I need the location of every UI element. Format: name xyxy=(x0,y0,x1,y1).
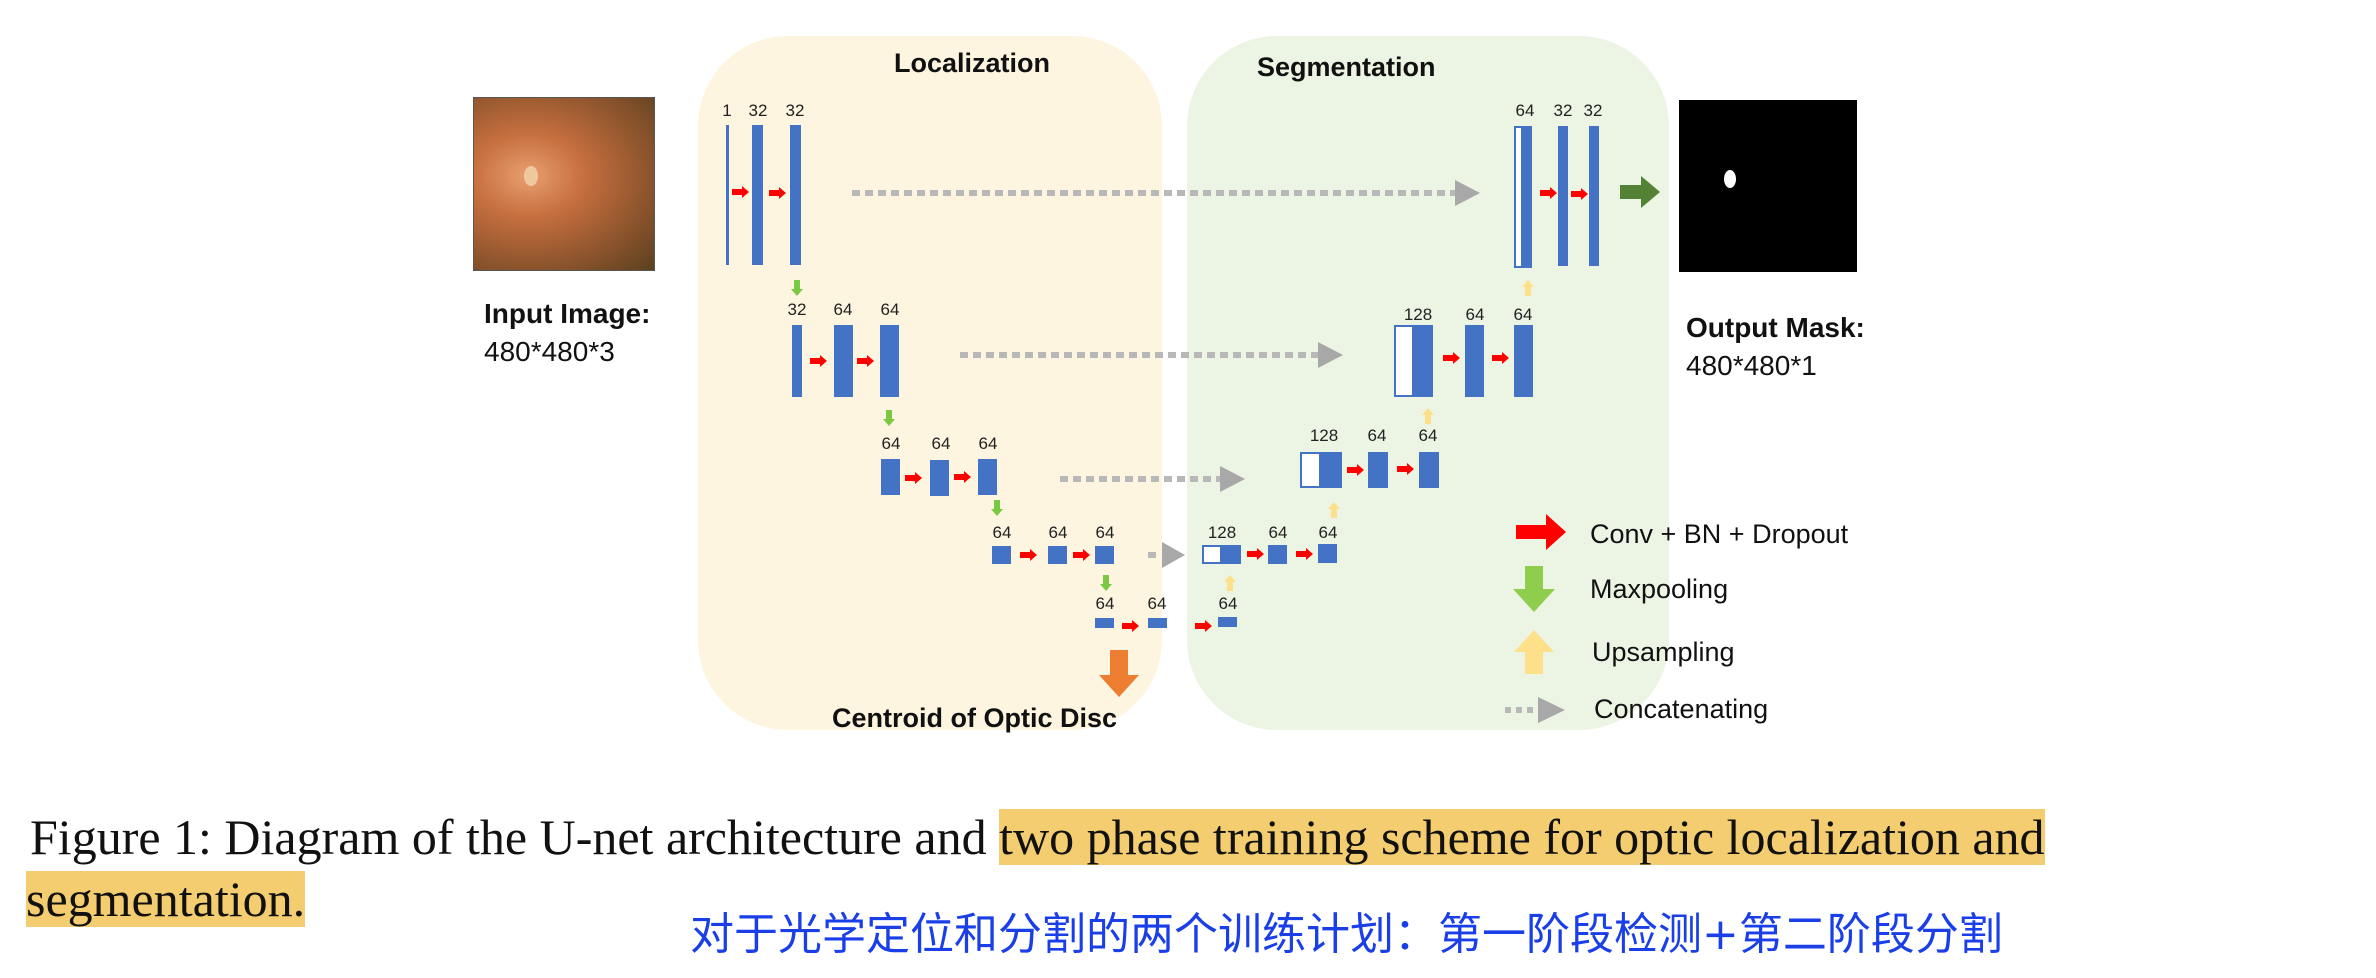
legend-concat-label: Concatenating xyxy=(1594,694,1769,724)
caption-highlight: segmentation. xyxy=(26,871,306,927)
conv-arrow-icon xyxy=(1347,464,1364,476)
conv-arrow-icon xyxy=(1020,549,1037,561)
legend-conv-icon xyxy=(1516,514,1566,550)
upsample-arrow-icon xyxy=(1224,575,1236,591)
upsample-arrow-icon xyxy=(1422,408,1434,424)
conv-arrow-icon xyxy=(1540,187,1557,199)
concat-arrow-icon xyxy=(852,180,1480,206)
centroid-arrow-icon xyxy=(1099,650,1139,697)
conv-arrow-icon xyxy=(1397,463,1414,475)
figure-caption-line1: Figure 1: Diagram of the U-net architect… xyxy=(30,808,2045,866)
upsample-arrow-icon xyxy=(1328,502,1340,518)
maxpool-arrow-icon xyxy=(791,280,803,296)
legend-maxpool-icon xyxy=(1513,566,1555,612)
conv-arrow-icon xyxy=(1195,620,1212,632)
legend-upsample-icon xyxy=(1514,630,1554,674)
conv-arrow-icon xyxy=(905,472,922,484)
conv-arrow-icon xyxy=(1073,549,1090,561)
conv-arrow-icon xyxy=(769,187,786,199)
chinese-translation: 对于光学定位和分割的两个训练计划：第一阶段检测+第二阶段分割 xyxy=(690,909,2003,960)
maxpool-arrow-icon xyxy=(883,410,895,426)
conv-arrow-icon xyxy=(732,186,749,198)
conv-arrow-icon xyxy=(1571,188,1588,200)
conv-arrow-icon xyxy=(1443,352,1460,364)
conv-arrow-icon xyxy=(1247,548,1264,560)
legend-maxpool-label: Maxpooling xyxy=(1590,574,1729,604)
maxpool-arrow-icon xyxy=(991,500,1003,516)
concat-arrow-icon xyxy=(1148,542,1185,568)
legend-concat-icon xyxy=(1505,697,1565,723)
conv-arrow-icon xyxy=(857,355,874,367)
centroid-label: Centroid of Optic Disc xyxy=(832,703,1118,733)
caption-highlight: two phase training scheme for optic loca… xyxy=(999,809,2045,865)
legend-conv-label: Conv + BN + Dropout xyxy=(1590,519,1849,549)
conv-arrow-icon xyxy=(1122,620,1139,632)
concat-arrow-icon xyxy=(960,342,1343,368)
conv-arrow-icon xyxy=(1492,352,1509,364)
conv-arrow-icon xyxy=(1296,548,1313,560)
caption-plain: Figure 1: Diagram of the U-net architect… xyxy=(30,809,1000,865)
conv-arrow-icon xyxy=(954,471,971,483)
figure-caption-line2: segmentation. xyxy=(26,870,306,928)
upsample-arrow-icon xyxy=(1522,280,1534,296)
concat-arrow-icon xyxy=(1060,466,1245,492)
output-arrow-icon xyxy=(1620,176,1660,208)
conv-arrow-icon xyxy=(810,355,827,367)
legend-upsample-label: Upsampling xyxy=(1592,637,1735,667)
maxpool-arrow-icon xyxy=(1100,575,1112,591)
